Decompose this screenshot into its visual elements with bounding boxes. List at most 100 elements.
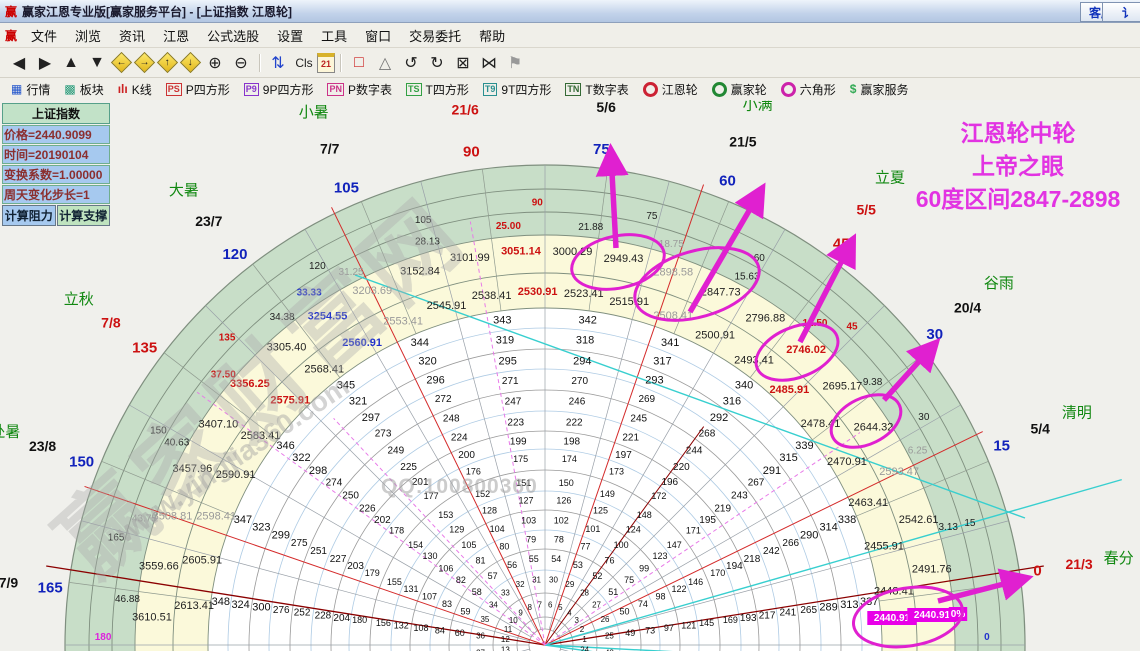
- menu-item-文件[interactable]: 文件: [22, 24, 66, 47]
- svg-text:4: 4: [567, 608, 572, 617]
- svg-text:105: 105: [334, 179, 359, 196]
- app-logo-icon: 赢: [5, 4, 18, 19]
- hexagon-icon: [780, 81, 796, 97]
- rotate-cw-icon[interactable]: ↻: [425, 52, 449, 74]
- svg-text:274: 274: [326, 478, 343, 489]
- ribbon-item-T数字表[interactable]: TN T数字表: [558, 80, 635, 99]
- zoom-in-icon[interactable]: ⊕: [203, 52, 227, 74]
- gann-wheel-chart-area[interactable]: 1 2 3 4 5 6 7 8 9 10 11 12 13 24 25 26 27 28 29 30 31 32 33 34 3…: [0, 100, 1140, 651]
- menu-item-浏览[interactable]: 浏览: [66, 24, 110, 47]
- svg-text:148: 148: [637, 510, 652, 520]
- winner-service-icon: $: [849, 82, 857, 96]
- rotate-ccw-icon[interactable]: ↺: [399, 52, 423, 74]
- ribbon-label: P数字表: [348, 82, 393, 97]
- svg-text:275: 275: [291, 538, 308, 549]
- svg-text:51: 51: [608, 587, 618, 597]
- svg-text:10: 10: [509, 616, 518, 625]
- svg-text:2644.32: 2644.32: [854, 421, 894, 433]
- svg-text:132: 132: [394, 620, 409, 630]
- svg-text:322: 322: [292, 452, 310, 464]
- svg-text:2568.41: 2568.41: [304, 363, 344, 375]
- ribbon-item-赢家轮[interactable]: 赢家轮: [705, 80, 774, 99]
- svg-text:176: 176: [466, 467, 481, 477]
- ribbon-item-板块[interactable]: ▩ 板块: [57, 80, 110, 99]
- menu-item-资讯[interactable]: 资讯: [110, 24, 154, 47]
- menu-item-交易委托[interactable]: 交易委托: [400, 24, 470, 47]
- gann-wheel-icon: [642, 81, 658, 97]
- ribbon-item-9T四方形[interactable]: T9 9T四方形: [476, 80, 559, 99]
- svg-text:219: 219: [714, 503, 731, 514]
- svg-text:269: 269: [638, 394, 655, 405]
- pan-right-icon[interactable]: →: [133, 51, 156, 74]
- svg-text:196: 196: [661, 477, 678, 488]
- ribbon-item-江恩轮[interactable]: 江恩轮: [636, 80, 705, 99]
- pointer-down-icon[interactable]: ▼: [85, 52, 109, 74]
- ribbon-item-9P四方形[interactable]: P9 9P四方形: [237, 80, 321, 99]
- quotes-table-icon: ▦: [11, 82, 23, 96]
- menu-items: 文件 浏览 资讯 江恩 公式选股 设置 工具 窗口 交易委托 帮助: [22, 24, 514, 47]
- svg-text:32: 32: [516, 580, 525, 589]
- svg-text:151: 151: [516, 478, 531, 488]
- ribbon-item-P四方形[interactable]: PS P四方形: [159, 80, 237, 99]
- svg-text:276: 276: [273, 605, 290, 616]
- menu-item-工具[interactable]: 工具: [312, 24, 356, 47]
- menu-item-设置[interactable]: 设置: [268, 24, 312, 47]
- svg-text:3254.55: 3254.55: [308, 310, 348, 322]
- updown-axis-icon[interactable]: ⇅: [266, 52, 290, 74]
- calc-resistance-button[interactable]: 计算阻力: [2, 205, 56, 226]
- back-icon[interactable]: ◀: [7, 52, 31, 74]
- menu-item-公式选股[interactable]: 公式选股: [198, 24, 268, 47]
- svg-text:100: 100: [614, 540, 629, 550]
- svg-text:321: 321: [349, 395, 367, 407]
- svg-text:174: 174: [562, 454, 577, 464]
- pointer-up-icon[interactable]: ▲: [59, 52, 83, 74]
- svg-text:2: 2: [580, 625, 585, 634]
- svg-text:30: 30: [918, 412, 930, 423]
- svg-text:194: 194: [726, 561, 743, 572]
- ribbon-item-赢家服务[interactable]: $ 赢家服务: [843, 80, 916, 99]
- menu-item-江恩[interactable]: 江恩: [154, 24, 198, 47]
- ribbon-item-T四方形[interactable]: TS T四方形: [399, 80, 476, 99]
- menu-item-帮助[interactable]: 帮助: [470, 24, 514, 47]
- cls-button[interactable]: Cls: [292, 52, 316, 74]
- flag-tool-icon[interactable]: ⚑: [503, 52, 527, 74]
- svg-text:135: 135: [219, 333, 236, 344]
- svg-text:2593.47: 2593.47: [879, 466, 919, 478]
- bowtie-tool-icon[interactable]: ⋈: [477, 52, 501, 74]
- forward-icon[interactable]: ▶: [33, 52, 57, 74]
- svg-text:129: 129: [449, 524, 464, 534]
- svg-text:3101.99: 3101.99: [450, 252, 490, 264]
- ribbon-item-行情[interactable]: ▦ 行情: [4, 80, 57, 99]
- svg-text:55: 55: [529, 554, 539, 564]
- triangle-tool-icon[interactable]: △: [373, 52, 397, 74]
- svg-text:2455.91: 2455.91: [864, 540, 904, 552]
- rectangle-tool-icon[interactable]: □: [347, 52, 371, 74]
- svg-text:299: 299: [272, 529, 290, 541]
- calc-support-button[interactable]: 计算支撑: [56, 205, 110, 226]
- crossbox-tool-icon[interactable]: ⊠: [451, 52, 475, 74]
- svg-text:27: 27: [592, 601, 601, 610]
- calendar-icon[interactable]: 21: [317, 52, 335, 73]
- zoom-out-icon[interactable]: ⊖: [229, 52, 253, 74]
- svg-text:130: 130: [422, 551, 437, 561]
- t-square-icon: TS: [406, 82, 422, 96]
- partial-button[interactable]: 讠: [1102, 2, 1140, 22]
- pan-left-icon[interactable]: ←: [110, 51, 133, 74]
- ribbon-item-P数字表[interactable]: PN P数字表: [320, 80, 399, 99]
- svg-text:3305.40: 3305.40: [267, 342, 307, 354]
- menu-item-窗口[interactable]: 窗口: [356, 24, 400, 47]
- svg-text:314: 314: [819, 521, 837, 533]
- svg-text:273: 273: [375, 429, 392, 440]
- svg-text:347: 347: [234, 514, 252, 526]
- main-toolbar: ◀ ▶ ▲ ▼ ← → ↑ ↓ ⊕ ⊖ ⇅ Cls 21 □ △ ↺ ↻ ⊠ ⋈ ⚑: [0, 48, 1140, 78]
- pan-up-icon[interactable]: ↑: [156, 51, 179, 74]
- pan-down-icon[interactable]: ↓: [179, 51, 202, 74]
- ribbon-item-K线[interactable]: ılı K线: [111, 80, 159, 99]
- svg-text:265: 265: [800, 605, 817, 616]
- svg-text:9.38: 9.38: [863, 377, 883, 388]
- svg-text:73: 73: [645, 626, 655, 636]
- svg-text:2491.76: 2491.76: [912, 564, 952, 576]
- svg-text:2796.88: 2796.88: [745, 312, 785, 324]
- ribbon-item-六角形[interactable]: 六角形: [774, 80, 843, 99]
- svg-text:9: 9: [518, 608, 523, 617]
